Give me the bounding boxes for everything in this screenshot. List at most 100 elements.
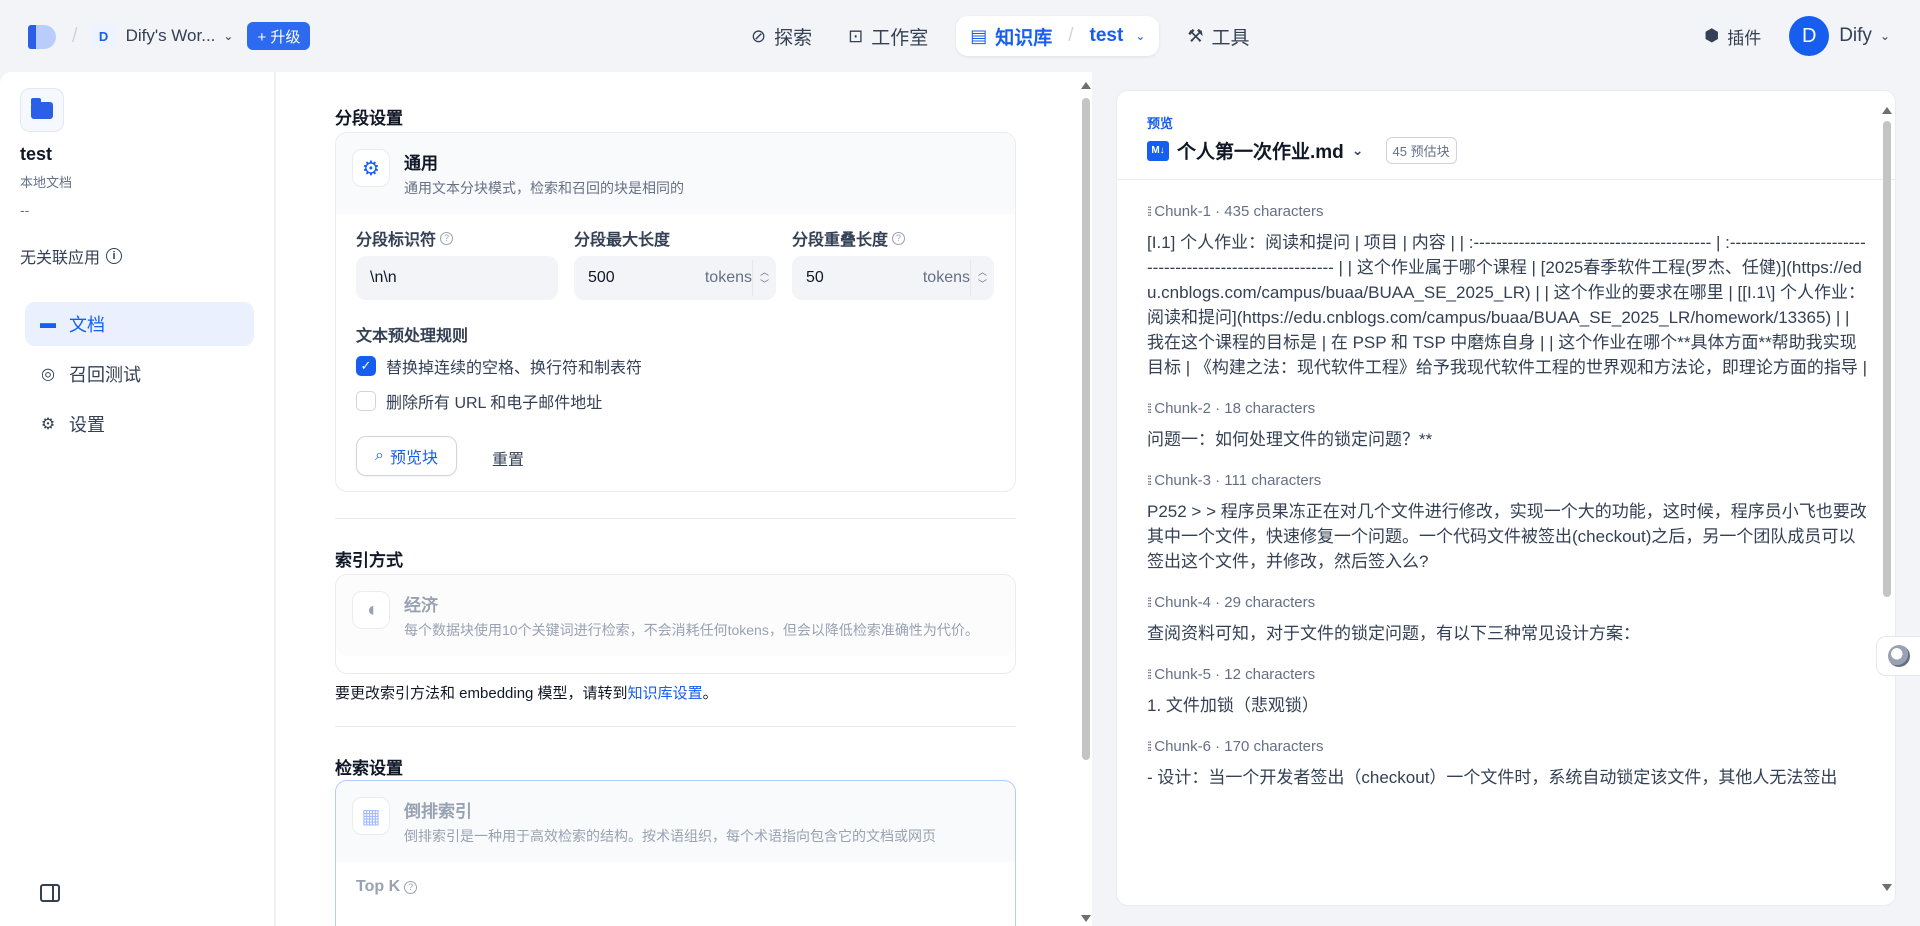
chevron-down-icon[interactable]: ⌄ bbox=[223, 29, 233, 43]
preview-scrollbar[interactable] bbox=[1881, 103, 1893, 895]
overlap-input[interactable]: 50 tokens ︿ ﹀ bbox=[792, 256, 994, 300]
inverted-index-card[interactable]: ▦ 倒排索引 倒排索引是一种用于高效检索的结构。按术语组织，每个术语指向包含它的… bbox=[335, 780, 1016, 926]
sidebar-item-documents[interactable]: ▬ 文档 bbox=[25, 302, 254, 346]
dify-logo[interactable] bbox=[24, 19, 58, 53]
chunk-text: [I.1] 个人作业：阅读和提问 | 项目 | 内容 | | :--------… bbox=[1147, 233, 1867, 377]
gear-icon: ⚙ bbox=[40, 416, 56, 433]
index-note-suffix: 。 bbox=[702, 685, 718, 702]
info-icon[interactable]: i bbox=[106, 248, 123, 264]
sidebar-menu: ▬ 文档 ◎ 召回测试 ⚙ 设置 bbox=[25, 302, 254, 452]
sidebar-item-settings[interactable]: ⚙ 设置 bbox=[25, 402, 254, 446]
upgrade-button[interactable]: + 升级 bbox=[247, 22, 311, 50]
chunk-text: 问题一：如何处理文件的锁定问题？** bbox=[1147, 430, 1433, 449]
max-length-label-text: 分段最大长度 bbox=[574, 232, 671, 249]
chunk-meta: ⁞⁞ Chunk-3 · 111 characters bbox=[1147, 472, 1867, 489]
nav-knowledge[interactable]: ▤ 知识库 / test ⌄ bbox=[956, 16, 1160, 56]
preview-chunks-button[interactable]: ⌕ 预览块 bbox=[356, 436, 457, 476]
sidebar-item-label: 文档 bbox=[69, 315, 105, 335]
chunk-meta: ⁞⁞ Chunk-1 · 435 characters bbox=[1147, 203, 1867, 220]
max-length-input[interactable]: 500 tokens ︿ ﹀ bbox=[574, 256, 776, 300]
document-icon: ▬ bbox=[40, 315, 56, 332]
compass-icon: ⊘ bbox=[751, 25, 767, 46]
reset-button[interactable]: 重置 bbox=[492, 446, 524, 470]
chevron-down-icon[interactable]: ⌄ bbox=[1352, 142, 1364, 159]
grid-dots-icon: ⁞⁞ bbox=[1147, 667, 1152, 682]
dataset-sidebar: test 本地文档 -- 无关联应用 i ▬ 文档 ◎ 召回测试 ⚙ 设置 bbox=[0, 72, 275, 926]
economy-index-header: ◖ 经济 每个数据块使用10个关键词进行检索，不会消耗任何tokens，但会以降… bbox=[336, 575, 1015, 656]
chunk-meta: ⁞⁞ Chunk-2 · 18 characters bbox=[1147, 400, 1867, 417]
nav-studio[interactable]: ⊡ 工作室 bbox=[830, 16, 946, 56]
preview-label: 预览 bbox=[1147, 116, 1174, 131]
scrollbar-thumb[interactable] bbox=[1883, 121, 1891, 597]
nav-tools[interactable]: ⚒ 工具 bbox=[1169, 16, 1267, 56]
inverted-index-title: 倒排索引 bbox=[404, 802, 472, 821]
separator-label: 分段标识符 ? bbox=[356, 226, 454, 250]
settings-panel: 分段设置 ⚙ 通用 通用文本分块模式，检索和召回的块是相同的 分段标识符 ? \… bbox=[276, 72, 1092, 926]
grid-dots-icon: ⁞⁞ bbox=[1147, 739, 1152, 754]
grid-icon: ▦ bbox=[352, 797, 390, 835]
preview-chunks-label: 预览块 bbox=[389, 450, 438, 467]
workspace-avatar[interactable]: D bbox=[91, 24, 116, 48]
top-bar: / D Dify's Wor... ⌄ + 升级 ⊘ 探索 ⊡ 工作室 ▤ 知识… bbox=[0, 0, 1920, 72]
nav-knowledge-dataset[interactable]: test bbox=[1090, 25, 1124, 47]
overlap-stepper[interactable]: ︿ ﹀ bbox=[970, 260, 994, 296]
sidebar-item-retrieval-test[interactable]: ◎ 召回测试 bbox=[25, 352, 254, 396]
assistant-orb-icon bbox=[1887, 645, 1910, 667]
chunk-meta-text: Chunk-3 · 111 characters bbox=[1154, 472, 1322, 489]
dataset-type: 本地文档 bbox=[20, 175, 73, 190]
collapse-sidebar-icon[interactable] bbox=[40, 884, 60, 902]
gear-icon: ⚙ bbox=[352, 149, 390, 187]
linked-apps-label: 无关联应用 bbox=[20, 250, 101, 267]
floating-assistant-button[interactable] bbox=[1876, 636, 1920, 676]
settings-scrollbar[interactable] bbox=[1080, 78, 1092, 926]
rule-remove-urls-label: 删除所有 URL 和电子邮件地址 bbox=[386, 395, 603, 412]
chunk-meta: ⁞⁞ Chunk-4 · 29 characters bbox=[1147, 594, 1867, 611]
nav-tools-label: 工具 bbox=[1211, 27, 1250, 49]
help-icon[interactable]: ? bbox=[892, 231, 906, 245]
scrollbar-thumb[interactable] bbox=[1082, 98, 1090, 760]
help-icon[interactable]: ? bbox=[404, 880, 418, 894]
separator-input[interactable]: \n\n bbox=[356, 256, 558, 300]
inverted-index-header: ▦ 倒排索引 倒排索引是一种用于高效检索的结构。按术语组织，每个术语指向包含它的… bbox=[336, 781, 1015, 862]
help-icon[interactable]: ? bbox=[440, 231, 454, 245]
separator-label-text: 分段标识符 bbox=[356, 232, 437, 249]
chunk-item: ⁞⁞ Chunk-6 · 170 characters - 设计：当一个开发者签出… bbox=[1147, 738, 1867, 790]
chunk-text: - 设计：当一个开发者签出（checkout）一个文件时，系统自动锁定该文件，其… bbox=[1147, 768, 1838, 787]
workspace-name[interactable]: Dify's Wor... bbox=[126, 26, 216, 46]
separator-value: \n\n bbox=[370, 269, 397, 286]
linked-apps[interactable]: 无关联应用 i bbox=[20, 244, 123, 268]
preview-file-selector[interactable]: M↓ 个人第一次作业.md ⌄ 45 预估块 bbox=[1147, 137, 1457, 164]
checkbox-checked-icon[interactable]: ✓ bbox=[356, 356, 376, 376]
chunk-text: 1. 文件加锁（悲观锁） bbox=[1147, 696, 1319, 715]
target-icon: ◎ bbox=[41, 366, 55, 383]
nav-knowledge-label: 知识库 bbox=[995, 27, 1053, 49]
user-avatar[interactable]: D bbox=[1789, 16, 1830, 56]
preview-divider bbox=[1117, 179, 1895, 180]
preview-file-name: 个人第一次作业.md bbox=[1177, 142, 1344, 163]
rule-replace-spaces[interactable]: ✓ 替换掉连续的空格、换行符和制表符 bbox=[356, 354, 642, 378]
nav-explore[interactable]: ⊘ 探索 bbox=[733, 16, 830, 56]
knowledge-settings-link[interactable]: 知识库设置 bbox=[628, 685, 703, 702]
index-note-text: 要更改索引方法和 embedding 模型，请转到 bbox=[335, 685, 628, 702]
markdown-icon: M↓ bbox=[1147, 140, 1169, 161]
chunk-item: ⁞⁞ Chunk-5 · 12 characters 1. 文件加锁（悲观锁） bbox=[1147, 666, 1867, 718]
max-length-stepper[interactable]: ︿ ﹀ bbox=[752, 260, 776, 296]
dataset-description: -- bbox=[20, 202, 30, 218]
plugins-button[interactable]: ⬢ 插件 bbox=[1692, 24, 1773, 49]
checkbox-unchecked-icon[interactable] bbox=[356, 391, 376, 411]
chevron-down-icon[interactable]: ⌄ bbox=[1880, 29, 1890, 43]
grid-dots-icon: ⁞⁞ bbox=[1147, 595, 1152, 610]
grid-dots-icon: ⁞⁞ bbox=[1147, 473, 1152, 488]
cube-icon: ⬢ bbox=[1704, 26, 1720, 45]
rule-remove-urls[interactable]: 删除所有 URL 和电子邮件地址 bbox=[356, 389, 602, 413]
sidebar-item-label: 设置 bbox=[69, 415, 105, 435]
hammer-icon: ⚒ bbox=[1187, 25, 1204, 46]
index-method-title: 索引方式 bbox=[335, 551, 403, 570]
max-length-value: 500 bbox=[588, 269, 615, 286]
chevron-down-icon[interactable]: ⌄ bbox=[1135, 29, 1145, 43]
max-length-unit: tokens bbox=[704, 269, 752, 286]
user-name[interactable]: Dify bbox=[1839, 25, 1872, 47]
index-change-note: 要更改索引方法和 embedding 模型，请转到知识库设置。 bbox=[335, 682, 718, 703]
overlap-value: 50 bbox=[806, 269, 824, 286]
economy-index-title: 经济 bbox=[404, 596, 438, 615]
